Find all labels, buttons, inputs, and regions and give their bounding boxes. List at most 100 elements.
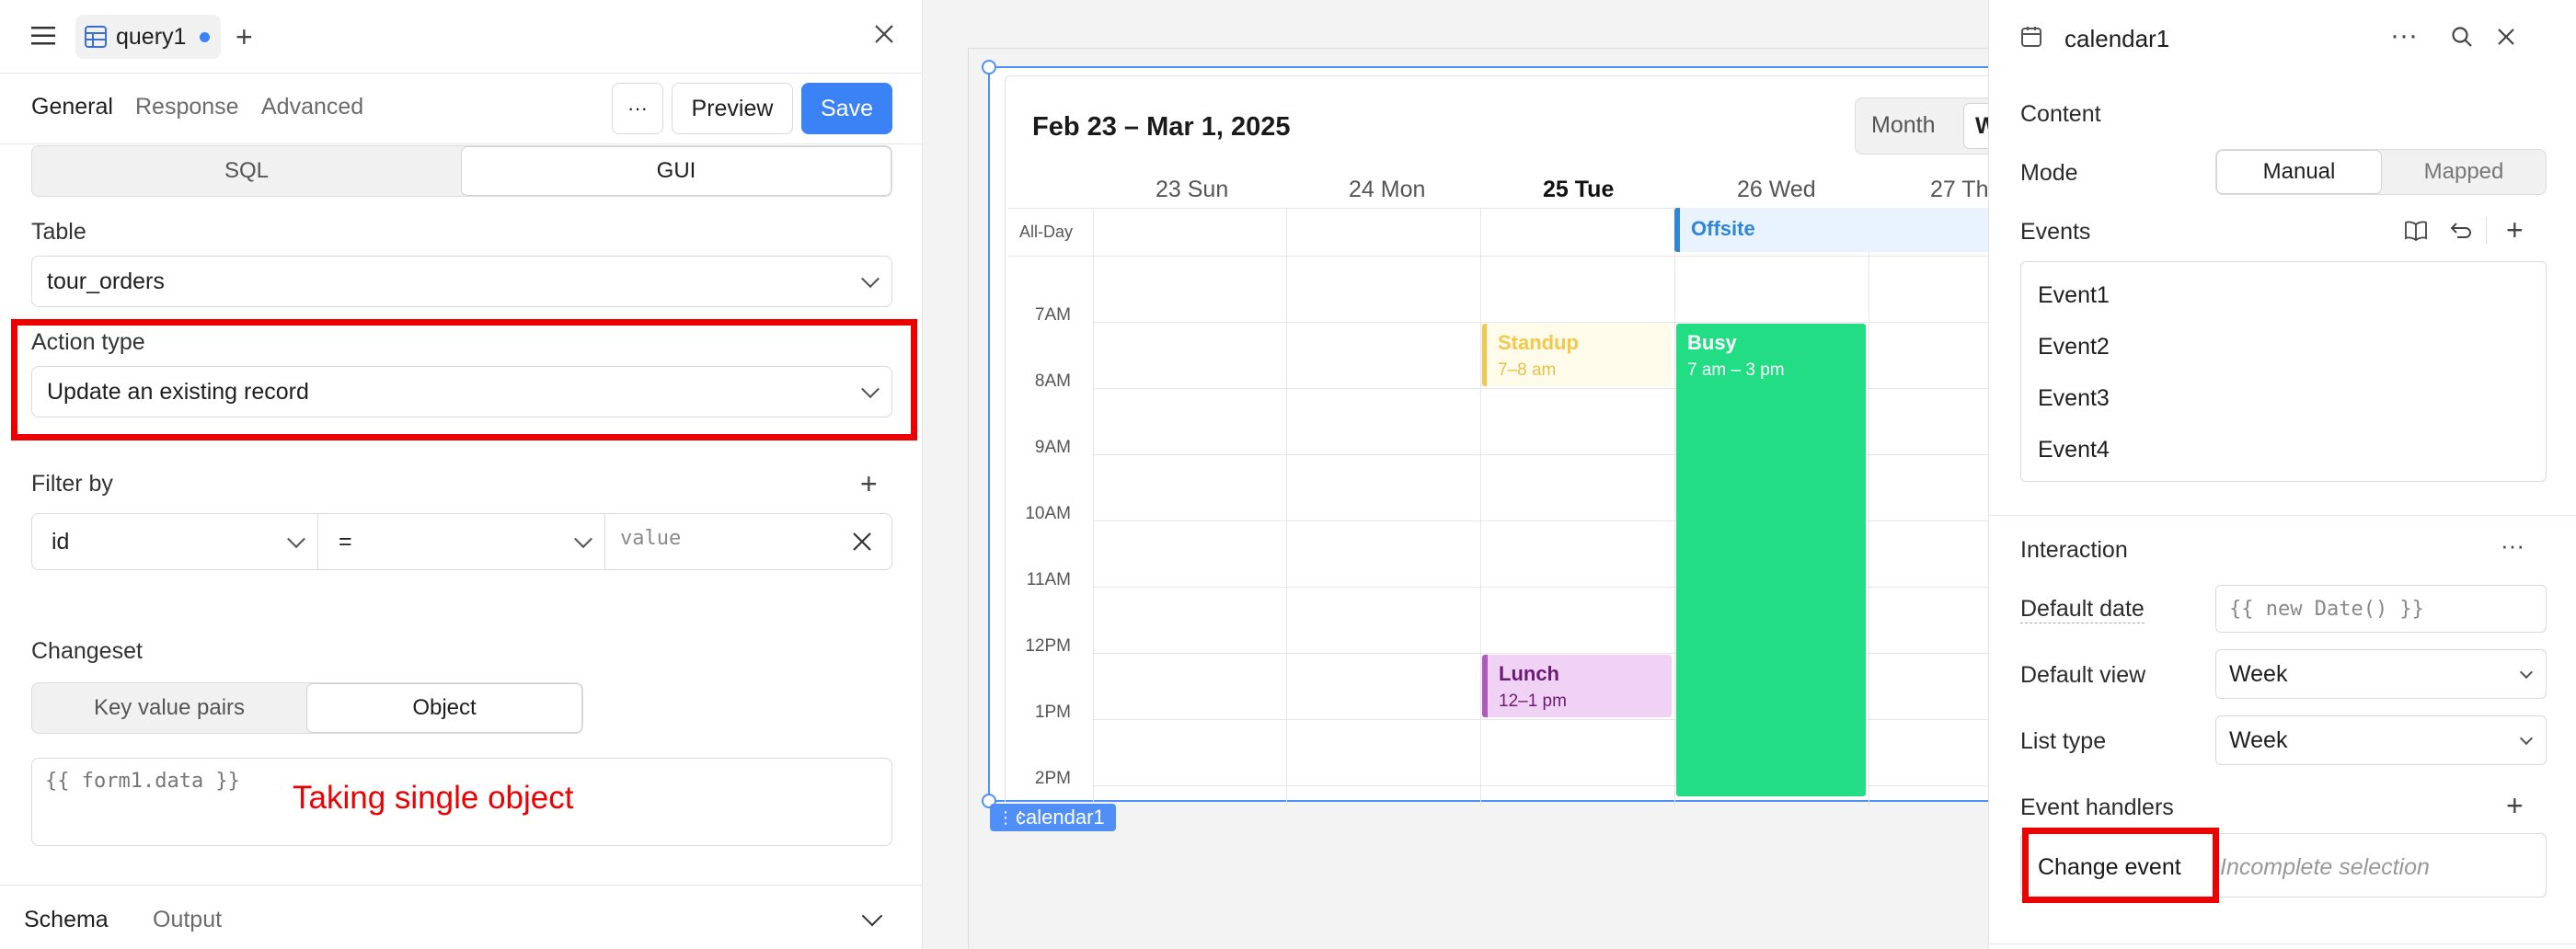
- highlight-box: [2022, 828, 2219, 903]
- day-header: 23 Sun: [1156, 177, 1229, 202]
- default-date-label: Default date: [2020, 596, 2145, 623]
- calendar-range-title: Feb 23 – Mar 1, 2025: [1032, 112, 1291, 142]
- time-label: 8AM: [1034, 372, 1071, 391]
- event-busy[interactable]: Busy 7 am – 3 pm: [1676, 324, 1866, 796]
- tab-advanced[interactable]: Advanced: [261, 94, 363, 120]
- list-item[interactable]: Event2: [2038, 334, 2110, 360]
- mode-manual[interactable]: Manual: [2216, 150, 2382, 194]
- time-label: 7AM: [1034, 305, 1071, 325]
- day-header: 26 Wed: [1737, 177, 1816, 202]
- more-button[interactable]: ···: [612, 83, 663, 134]
- clear-icon[interactable]: [852, 532, 872, 556]
- changeset-label: Changeset: [31, 638, 143, 664]
- mode-label: Mode: [2020, 160, 2078, 186]
- list-item[interactable]: Event3: [2038, 385, 2110, 412]
- event-handlers-label: Event handlers: [2020, 795, 2174, 820]
- time-label: 2PM: [1034, 769, 1071, 788]
- table-icon: [85, 26, 107, 48]
- changeset-toggle[interactable]: Key value pairs Object: [31, 682, 583, 734]
- tab-output[interactable]: Output: [153, 907, 222, 933]
- list-type-label: List type: [2020, 728, 2107, 754]
- event-title: Busy: [1687, 331, 1737, 354]
- chevron-down-icon: [2519, 665, 2534, 680]
- event-title: Lunch: [1499, 662, 1559, 685]
- menu-icon[interactable]: [31, 27, 55, 45]
- canvas-edge: [968, 48, 969, 949]
- link-icon[interactable]: [2449, 221, 2471, 246]
- tab-schema[interactable]: Schema: [24, 907, 109, 933]
- close-icon[interactable]: [874, 24, 894, 49]
- default-view-label: Default view: [2020, 662, 2146, 688]
- add-event-icon[interactable]: +: [2506, 213, 2524, 247]
- view-week[interactable]: W: [1963, 103, 1989, 149]
- table-value: tour_orders: [47, 268, 165, 294]
- save-button[interactable]: Save: [801, 83, 892, 134]
- default-view-value: Week: [2229, 660, 2288, 687]
- book-icon[interactable]: [2405, 221, 2427, 246]
- mode-gui[interactable]: GUI: [461, 146, 891, 196]
- view-month[interactable]: Month: [1871, 112, 1935, 139]
- tab-response[interactable]: Response: [135, 94, 239, 120]
- time-label: 11AM: [1026, 570, 1071, 589]
- event-time: 7 am – 3 pm: [1687, 360, 1785, 380]
- default-date-input[interactable]: {{ new Date() }}: [2215, 585, 2547, 633]
- interaction-section-title: Interaction: [2020, 537, 2128, 563]
- view-week-label: W: [1975, 113, 1989, 139]
- event-lunch[interactable]: Lunch 12–1 pm: [1482, 655, 1672, 717]
- filter-operator-select[interactable]: =: [318, 513, 605, 570]
- filter-field-value: id: [52, 529, 70, 555]
- event-title: Offsite: [1691, 217, 1755, 240]
- sql-gui-toggle[interactable]: SQL GUI: [31, 145, 892, 197]
- more-icon[interactable]: ···: [2501, 532, 2524, 560]
- drag-handle-icon[interactable]: ⋮⋮: [997, 804, 1029, 831]
- chevron-down-icon: [574, 530, 592, 549]
- add-handler-icon[interactable]: +: [2506, 789, 2524, 823]
- changeset-key-value[interactable]: Key value pairs: [32, 683, 306, 733]
- default-view-select[interactable]: Week: [2215, 649, 2547, 699]
- time-label: 12PM: [1025, 636, 1071, 656]
- changeset-object[interactable]: Object: [306, 683, 582, 733]
- calendar-component[interactable]: Feb 23 – Mar 1, 2025 Month W 23 Sun 24 M…: [982, 60, 1989, 808]
- filter-field-select[interactable]: id: [31, 513, 318, 570]
- time-label: 9AM: [1034, 438, 1071, 457]
- query-name: query1: [116, 24, 187, 50]
- list-item[interactable]: Event1: [2038, 282, 2110, 309]
- add-filter-icon[interactable]: +: [860, 467, 878, 501]
- events-list: Event1 Event2 Event3 Event4: [2020, 261, 2547, 482]
- event-standup[interactable]: Standup 7–8 am: [1482, 324, 1672, 386]
- event-time: 12–1 pm: [1499, 692, 1567, 711]
- chevron-down-icon: [2519, 731, 2534, 746]
- close-icon[interactable]: [2497, 28, 2515, 51]
- mode-toggle[interactable]: Manual Mapped: [2215, 149, 2547, 195]
- mode-mapped[interactable]: Mapped: [2382, 150, 2546, 194]
- resize-handle[interactable]: [982, 60, 996, 74]
- preview-button[interactable]: Preview: [672, 83, 793, 134]
- mode-sql[interactable]: SQL: [32, 146, 461, 196]
- component-tag[interactable]: ⋮⋮ calendar1: [990, 804, 1116, 831]
- day-header-today: 25 Tue: [1543, 177, 1615, 202]
- canvas-area: Feb 23 – Mar 1, 2025 Month W 23 Sun 24 M…: [924, 0, 1989, 949]
- events-label: Events: [2020, 219, 2091, 245]
- list-type-select[interactable]: Week: [2215, 715, 2547, 765]
- highlight-box: [11, 319, 917, 440]
- time-label: 10AM: [1025, 504, 1071, 523]
- search-icon[interactable]: [2451, 26, 2473, 52]
- chevron-down-icon: [287, 530, 305, 549]
- default-date-value: {{ new Date() }}: [2229, 597, 2424, 621]
- change-event-status: Incomplete selection: [2220, 854, 2430, 880]
- grid-line: [1480, 208, 1481, 806]
- table-select[interactable]: tour_orders: [31, 256, 892, 307]
- section-divider: [1989, 515, 2576, 516]
- add-tab-icon[interactable]: +: [236, 22, 253, 51]
- component-tag-label: calendar1: [1016, 806, 1105, 829]
- list-item[interactable]: Event4: [2038, 437, 2110, 463]
- grid-line: [1008, 256, 1989, 257]
- filter-value-input[interactable]: value: [620, 527, 681, 550]
- divider: [2486, 217, 2487, 245]
- tab-general[interactable]: General: [31, 94, 113, 120]
- more-icon[interactable]: ···: [2390, 20, 2418, 51]
- content-section-title: Content: [2020, 101, 2101, 127]
- component-name[interactable]: calendar1: [2064, 25, 2169, 53]
- grid-line: [1286, 208, 1287, 806]
- event-offsite[interactable]: Offsite: [1674, 208, 1989, 252]
